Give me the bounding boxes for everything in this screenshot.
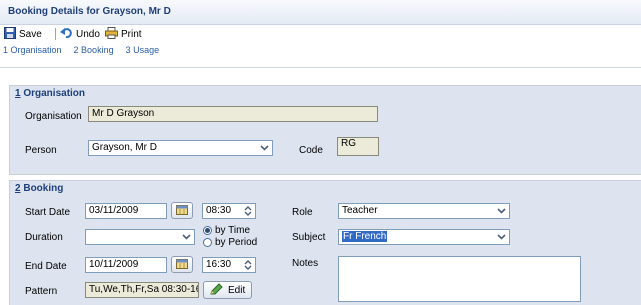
printer-icon <box>105 26 118 42</box>
role-select[interactable]: Teacher <box>338 203 510 219</box>
organisation-section: 1 Organisation Organisation Mr D Grayson… <box>9 85 641 175</box>
by-time-label: by Time <box>215 225 251 236</box>
end-time-value: 16:30 <box>206 259 232 270</box>
save-button[interactable]: Save <box>4 26 42 42</box>
edit-pattern-button[interactable]: Edit <box>203 281 253 299</box>
by-time-radio[interactable]: by Time <box>203 225 250 236</box>
organisation-field: Mr D Grayson <box>88 106 378 122</box>
role-value: Teacher <box>342 205 378 216</box>
chevron-down-icon[interactable] <box>494 205 508 217</box>
end-date-calendar-button[interactable] <box>171 256 193 273</box>
start-time-field[interactable]: 08:30 <box>202 203 256 219</box>
by-period-label: by Period <box>215 237 258 248</box>
calendar-icon <box>176 204 188 218</box>
end-time-field[interactable]: 16:30 <box>202 257 256 273</box>
code-label: Code <box>299 145 323 156</box>
tab-organisation[interactable]: 1 Organisation <box>3 45 62 61</box>
notes-textarea[interactable] <box>338 256 581 302</box>
chevron-down-icon[interactable] <box>494 231 508 243</box>
divider <box>0 67 641 68</box>
code-field: RG <box>337 137 379 156</box>
print-label: Print <box>121 28 142 40</box>
subject-select[interactable]: Fr French <box>338 229 510 245</box>
tab-usage[interactable]: 3 Usage <box>126 45 160 61</box>
pencil-icon <box>210 282 224 298</box>
booking-section: 2 Booking Start Date 03/11/2009 08:30 Du… <box>9 180 641 305</box>
radio-unselected-icon <box>203 238 212 247</box>
tab-booking[interactable]: 2 Booking <box>74 45 114 61</box>
by-period-radio[interactable]: by Period <box>203 237 257 248</box>
end-date-label: End Date <box>25 261 67 272</box>
chevron-down-icon[interactable] <box>257 142 271 154</box>
window-title: Booking Details for Grayson, Mr D <box>8 6 171 17</box>
person-select[interactable]: Grayson, Mr D <box>88 140 273 156</box>
radio-selected-icon <box>203 226 212 235</box>
pattern-field: Tu,We,Th,Fr,Sa 08:30-16 <box>85 282 199 298</box>
duration-select[interactable] <box>85 229 195 245</box>
toolbar: Save Undo Print <box>0 25 641 43</box>
start-date-field[interactable]: 03/11/2009 <box>85 203 167 219</box>
organisation-section-title: 1 Organisation <box>15 88 86 99</box>
undo-label: Undo <box>76 28 100 40</box>
save-label: Save <box>19 28 42 40</box>
notes-label: Notes <box>292 258 319 269</box>
print-button[interactable]: Print <box>105 26 142 42</box>
end-date-field[interactable]: 10/11/2009 <box>85 257 167 273</box>
start-time-value: 08:30 <box>206 205 232 216</box>
section-tabs: 1 Organisation 2 Booking 3 Usage <box>3 45 159 61</box>
pattern-label: Pattern <box>25 286 58 297</box>
calendar-icon <box>176 258 188 272</box>
person-label: Person <box>25 145 57 156</box>
person-value: Grayson, Mr D <box>92 142 158 153</box>
toolbar-separator <box>55 28 56 40</box>
edit-label: Edit <box>228 284 246 296</box>
start-date-label: Start Date <box>25 207 71 218</box>
undo-icon <box>60 27 73 42</box>
booking-section-title: 2 Booking <box>15 183 64 194</box>
subject-label: Subject <box>292 232 326 243</box>
title-bar: Booking Details for Grayson, Mr D <box>0 0 641 25</box>
duration-label: Duration <box>25 232 63 243</box>
organisation-label: Organisation <box>25 111 82 122</box>
subject-value: Fr French <box>342 231 388 242</box>
chevron-down-icon[interactable] <box>179 231 193 243</box>
spinner-icon[interactable] <box>242 205 254 217</box>
start-date-calendar-button[interactable] <box>171 202 193 219</box>
spinner-icon[interactable] <box>242 259 254 271</box>
undo-button[interactable]: Undo <box>60 26 100 42</box>
role-label: Role <box>292 207 313 218</box>
save-icon <box>4 26 16 42</box>
